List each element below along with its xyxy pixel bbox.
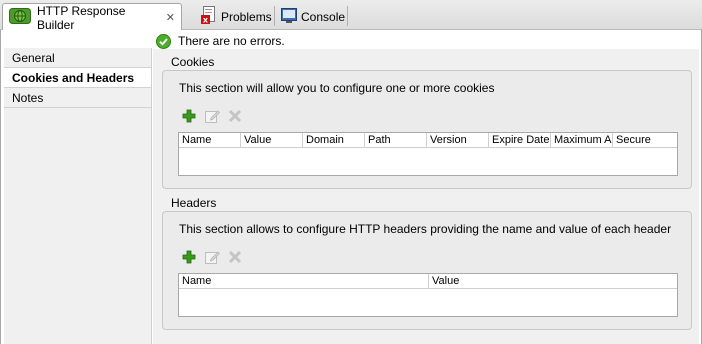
headers-description: This section allows to configure HTTP he…: [179, 222, 672, 236]
delete-cookie-button[interactable]: [226, 109, 244, 125]
column-header[interactable]: Value: [241, 133, 303, 147]
validation-status: There are no errors.: [156, 33, 285, 49]
column-header[interactable]: Path: [365, 133, 427, 147]
section-sidebar: General Cookies and Headers Notes: [4, 48, 152, 344]
add-cookie-button[interactable]: [180, 109, 198, 125]
add-header-button[interactable]: [180, 250, 198, 266]
tab-label: Problems: [221, 9, 272, 24]
delete-x-icon: [228, 109, 242, 126]
headers-toolbar: [180, 250, 249, 266]
column-header[interactable]: Name: [179, 133, 241, 147]
headers-group: This section allows to configure HTTP he…: [162, 211, 692, 330]
cookies-section-title: Cookies: [171, 55, 215, 69]
svg-text:x: x: [203, 16, 209, 25]
problems-icon: x: [201, 6, 217, 27]
status-message: There are no errors.: [178, 34, 285, 48]
edit-icon: [204, 250, 220, 267]
edit-icon: [204, 109, 220, 126]
editor-panel: There are no errors. General Cookies and…: [0, 30, 702, 344]
check-circle-icon: [156, 33, 171, 49]
headers-table[interactable]: Name Value: [178, 273, 678, 317]
plus-icon: [182, 250, 196, 267]
content-area: Cookies This section will allow you to c…: [153, 49, 699, 344]
cookies-table-header: Name Value Domain Path Version Expire Da…: [179, 133, 677, 148]
plus-icon: [182, 109, 196, 126]
column-header[interactable]: Maximum Age: [551, 133, 613, 147]
column-header[interactable]: Expire Date: [489, 133, 551, 147]
delete-header-button[interactable]: [226, 250, 244, 266]
cookies-table[interactable]: Name Value Domain Path Version Expire Da…: [178, 132, 678, 176]
close-tab-icon[interactable]: ✕: [166, 11, 175, 24]
column-header[interactable]: Name: [179, 274, 429, 288]
edit-header-button[interactable]: [203, 250, 221, 266]
tab-http-response-builder[interactable]: HTTP Response Builder ✕: [2, 3, 182, 32]
tab-label: Console: [301, 9, 346, 24]
headers-table-header: Name Value: [179, 274, 677, 289]
column-header[interactable]: Domain: [303, 133, 365, 147]
sidebar-item-general[interactable]: General: [4, 48, 151, 68]
edit-cookie-button[interactable]: [203, 109, 221, 125]
globe-icon: [9, 8, 31, 27]
headers-section-title: Headers: [171, 196, 217, 210]
cookies-toolbar: [180, 109, 249, 125]
tab-problems[interactable]: x Problems: [195, 3, 278, 30]
console-icon: [281, 7, 297, 26]
cookies-group: This section will allow you to configure…: [162, 70, 692, 189]
editor-tab-bar: HTTP Response Builder ✕ x Problems Conso…: [0, 0, 702, 32]
column-header[interactable]: Version: [427, 133, 489, 147]
tab-label: HTTP Response Builder: [37, 3, 126, 32]
sidebar-item-notes[interactable]: Notes: [4, 88, 151, 108]
cookies-description: This section will allow you to configure…: [179, 81, 495, 95]
column-header[interactable]: Value: [429, 274, 677, 288]
sidebar-item-cookies-and-headers[interactable]: Cookies and Headers: [4, 68, 151, 88]
tab-divider: [347, 6, 348, 26]
column-header[interactable]: Secure: [613, 133, 677, 147]
delete-x-icon: [228, 250, 242, 267]
tab-console[interactable]: Console: [275, 3, 351, 30]
